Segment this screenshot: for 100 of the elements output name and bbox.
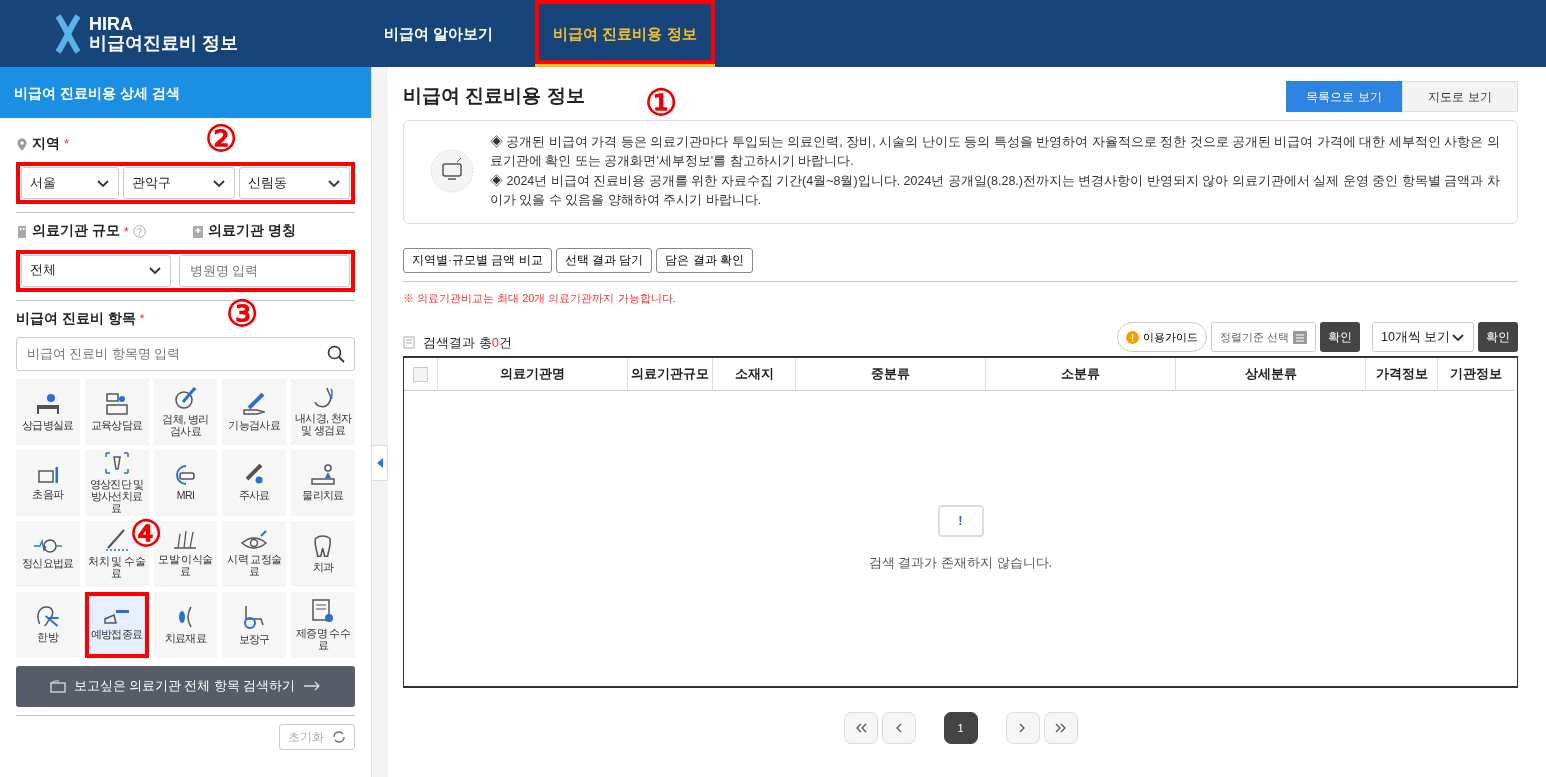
view-tab[interactable]: 목록으로 보기 bbox=[1286, 81, 1402, 112]
list-icon bbox=[1293, 330, 1307, 344]
notice-text: ◈ 2024년 비급여 진료비용 공개를 위한 자료수집 기간(4월~8월)입니다. 2024년 공개일(8.28.)전까지는 변경사항이 반영되지 않아 의료기관에서 실제 운영 중인 항목별 금액과 차이가 있을 수 있음을 양해하여 주시기 바랍니다. bbox=[490, 172, 1501, 210]
annotation-number: ① bbox=[645, 85, 677, 121]
page-size-select[interactable]: 10개씩 보기 bbox=[1372, 322, 1474, 352]
nav-tab[interactable]: 비급여 진료비용 정보 bbox=[535, 0, 715, 67]
region-select[interactable]: 서울 bbox=[21, 167, 120, 200]
ear-icon bbox=[36, 606, 60, 628]
category-tile[interactable]: 예방접종료 bbox=[84, 591, 149, 658]
confirm-button[interactable]: 확인 bbox=[1320, 322, 1360, 352]
bed-icon bbox=[35, 392, 60, 415]
monitor-icon bbox=[430, 149, 474, 193]
category-tile[interactable]: MRI bbox=[153, 449, 218, 516]
column-header: 중분류 bbox=[796, 358, 986, 391]
item-search-field[interactable]: 비급여 진료비 항목명 입력 bbox=[16, 336, 355, 371]
eye-icon bbox=[241, 530, 268, 550]
select-all-checkbox[interactable] bbox=[413, 366, 428, 382]
alert-bubble: ! bbox=[937, 504, 984, 537]
search-all-button[interactable]: 보고싶은 의료기관 전체 항목 검색하기 bbox=[16, 665, 355, 707]
list-icon bbox=[403, 335, 415, 349]
wheelchair-icon bbox=[244, 604, 265, 629]
view-tab[interactable]: 지도로 보기 bbox=[1402, 81, 1518, 112]
empty-message: 검색 결과가 존재하지 않습니다. bbox=[868, 553, 1053, 572]
prev-page-button[interactable] bbox=[881, 712, 916, 744]
category-tile[interactable]: 보장구 bbox=[222, 591, 287, 658]
category-tile[interactable]: 상급병실료 bbox=[16, 378, 80, 445]
page-button[interactable]: 1 bbox=[943, 712, 978, 744]
notice-text: ◈ 공개된 비급여 가격 등은 의료기관마다 투입되는 의료인력, 장비, 시술의 난이도 등의 특성을 반영하여 자율적으로 정한 것으로 공개된 비급여 가격에 대한 세부적인 사항은 의료기관에 확인 또는 공개화면'세부정보'를 참고하시기 바랍니다. bbox=[490, 134, 1501, 171]
desk-icon bbox=[105, 392, 128, 415]
category-tile[interactable]: 주사료 bbox=[222, 449, 287, 516]
field-label: 비급여 진료비 항목 bbox=[16, 309, 136, 328]
page-title: 비급여 진료비용 정보 bbox=[403, 84, 585, 109]
action-button[interactable]: 선택 결과 담기 bbox=[555, 247, 653, 273]
field-label: 의료기관 규모 bbox=[32, 222, 120, 241]
scanner-icon bbox=[176, 464, 195, 485]
nav-tab[interactable]: 비급여 알아보기 bbox=[372, 0, 506, 67]
chevron-down-icon bbox=[211, 177, 226, 189]
refresh-icon bbox=[332, 729, 346, 744]
compare-note: ※ 의료기관비교는 최대 20개 의료기관까지 가능합니다. bbox=[403, 290, 677, 306]
double-chevron-right-icon bbox=[1054, 723, 1067, 733]
caret-left-icon bbox=[376, 458, 383, 468]
guide-button[interactable]: 이용가이드 bbox=[1116, 322, 1207, 352]
category-tile[interactable]: 내시경, 천자 및 생검료 bbox=[291, 378, 355, 445]
folder-icon bbox=[49, 679, 66, 693]
action-button[interactable]: 지역별·규모별 금액 비교 bbox=[403, 247, 552, 273]
annotation-number: ③ bbox=[226, 296, 258, 332]
syringe-icon bbox=[245, 464, 264, 485]
category-tile[interactable]: 시력 교정술료 bbox=[222, 520, 287, 587]
action-button[interactable]: 담은 결과 확인 bbox=[656, 247, 753, 273]
name-input[interactable]: 병원명 입력 bbox=[178, 254, 350, 287]
chevron-down-icon bbox=[1451, 331, 1465, 343]
last-page-button[interactable] bbox=[1043, 712, 1078, 744]
scalpel-icon bbox=[104, 528, 129, 551]
category-tile[interactable]: 영상진단 및 방사선치료료 bbox=[84, 449, 149, 516]
hair-icon bbox=[173, 530, 198, 550]
category-tile[interactable]: 검체, 병리 검사료 bbox=[153, 378, 218, 445]
sort-button[interactable]: 정렬기준 선택 bbox=[1210, 322, 1316, 352]
category-tile[interactable]: 제증명 수수료 bbox=[291, 591, 355, 658]
search-icon bbox=[327, 344, 345, 363]
brain-wave-icon bbox=[32, 538, 63, 553]
arrow-right-icon bbox=[303, 681, 322, 692]
field-label: 지역 bbox=[32, 135, 60, 153]
chevron-down-icon bbox=[96, 177, 111, 189]
chevron-down-icon bbox=[327, 177, 341, 189]
annotation-number: ② bbox=[205, 121, 237, 157]
chevron-right-icon bbox=[1019, 723, 1026, 733]
confirm-button[interactable]: 확인 bbox=[1478, 322, 1518, 352]
category-tile[interactable]: 기능검사료 bbox=[222, 378, 287, 445]
scale-select[interactable]: 전체 bbox=[21, 254, 171, 287]
region-select[interactable]: 관악구 bbox=[123, 167, 235, 200]
category-tile[interactable]: 한방 bbox=[16, 591, 80, 658]
column-header: 소분류 bbox=[986, 358, 1176, 391]
column-header: 상세분류 bbox=[1176, 358, 1366, 391]
chevron-left-icon bbox=[895, 723, 902, 733]
logo-title: 비급여진료비 정보 bbox=[89, 33, 238, 53]
logo-text: HIRA bbox=[89, 14, 134, 34]
required-mark: * bbox=[139, 309, 145, 328]
massage-bed-icon bbox=[311, 464, 336, 486]
category-tile[interactable]: 정신요법료 bbox=[16, 520, 80, 587]
column-header: 소재지 bbox=[713, 358, 796, 391]
column-header: 의료기관명 bbox=[438, 358, 628, 391]
collapse-handle[interactable] bbox=[372, 445, 388, 481]
column-header: 의료기관규모 bbox=[628, 358, 713, 391]
category-tile[interactable]: 치과 bbox=[291, 520, 355, 587]
pen-icon bbox=[243, 392, 266, 415]
pin-icon bbox=[16, 137, 28, 151]
hospital-icon bbox=[192, 224, 204, 238]
building-icon bbox=[16, 224, 28, 238]
info-icon bbox=[1125, 330, 1139, 344]
category-tile[interactable]: 초음파 bbox=[16, 449, 80, 516]
required-mark: * bbox=[64, 135, 70, 154]
category-tile[interactable]: 물리치료 bbox=[291, 449, 355, 516]
next-page-button[interactable] bbox=[1005, 712, 1040, 744]
first-page-button[interactable] bbox=[843, 712, 878, 744]
double-chevron-left-icon bbox=[854, 723, 867, 733]
column-header: 가격정보 bbox=[1366, 358, 1438, 391]
category-tile[interactable]: 치료재료 bbox=[153, 591, 218, 658]
category-tile[interactable]: 교육상담료 bbox=[84, 378, 149, 445]
region-select[interactable]: 신림동 bbox=[238, 167, 350, 200]
result-count: 검색결과 총0건 bbox=[423, 333, 512, 352]
